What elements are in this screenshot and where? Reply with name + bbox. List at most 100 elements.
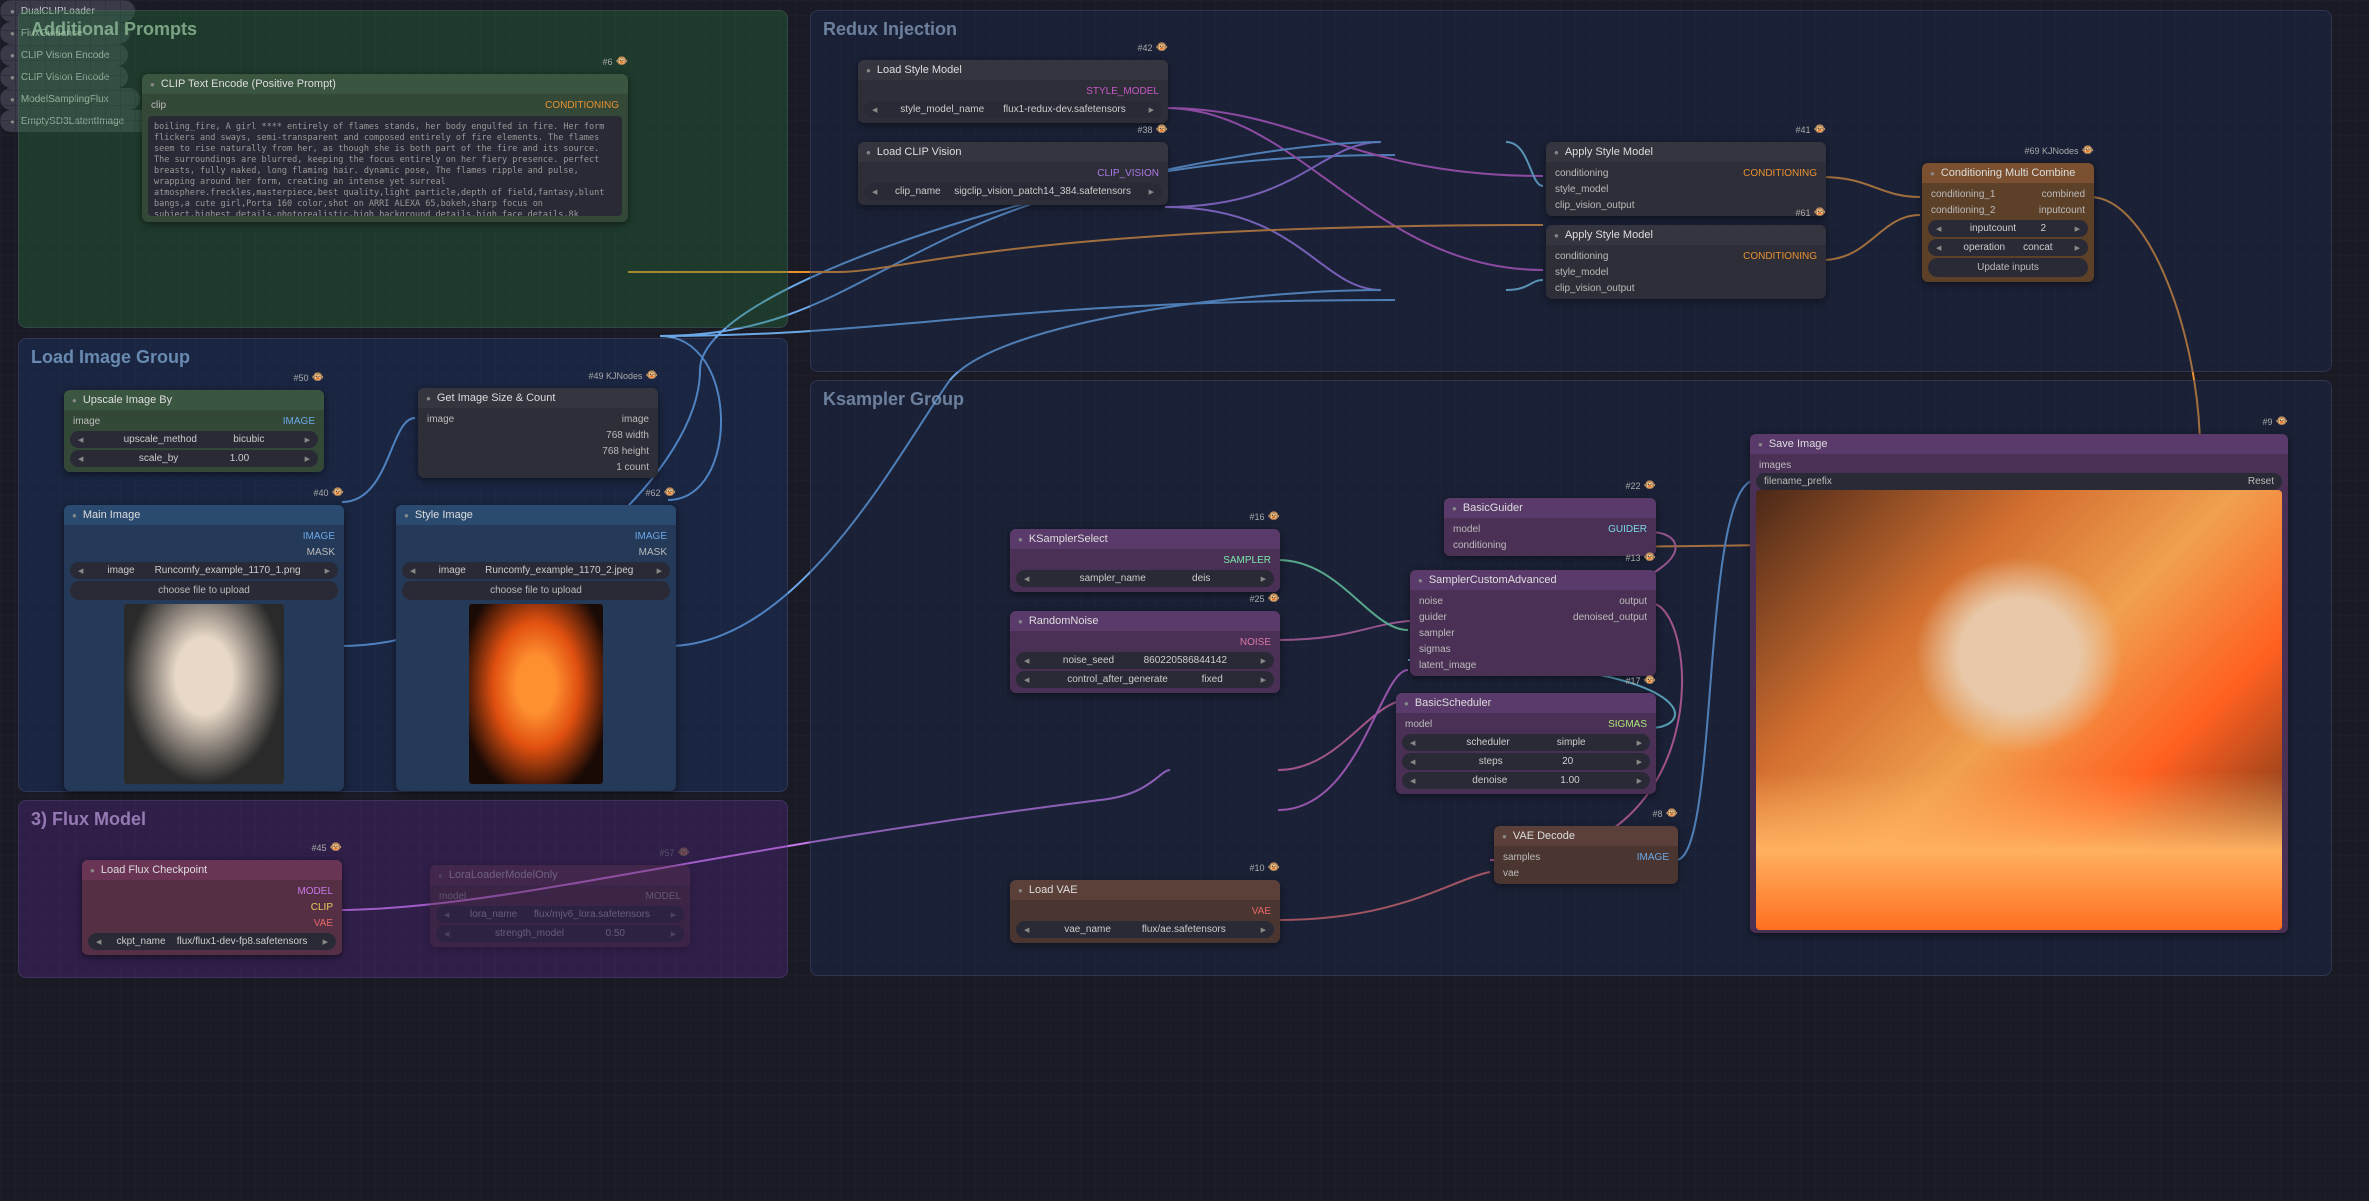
widget-style-model-name[interactable]: style_model_nameflux1-redux-dev.safetens… bbox=[864, 101, 1162, 118]
input-clip[interactable]: clip bbox=[151, 100, 166, 111]
node-sampler-custom-advanced[interactable]: #13 SamplerCustomAdvanced noiseoutput gu… bbox=[1410, 570, 1656, 676]
input-conditioning[interactable]: conditioning bbox=[1555, 168, 1608, 179]
node-title[interactable]: Conditioning Multi Combine bbox=[1922, 163, 2094, 183]
input-cond-2[interactable]: conditioning_2 bbox=[1931, 205, 1996, 216]
node-title[interactable]: Style Image bbox=[396, 505, 676, 525]
output-model[interactable]: MODEL bbox=[645, 891, 681, 902]
output-noise[interactable]: NOISE bbox=[1240, 637, 1271, 648]
node-vae-decode[interactable]: #8 VAE Decode samplesIMAGE vae bbox=[1494, 826, 1678, 884]
output-conditioning[interactable]: CONDITIONING bbox=[1743, 251, 1817, 262]
output-vae[interactable]: VAE bbox=[314, 918, 333, 929]
widget-operation[interactable]: operationconcat bbox=[1928, 239, 2088, 256]
choose-file-button[interactable]: choose file to upload bbox=[70, 581, 338, 600]
node-apply-style-model-1[interactable]: #41 Apply Style Model conditioningCONDIT… bbox=[1546, 142, 1826, 216]
output-mask[interactable]: MASK bbox=[639, 547, 667, 558]
output-clip-vision[interactable]: CLIP_VISION bbox=[1097, 168, 1159, 179]
widget-image-file[interactable]: imageRuncomfy_example_1170_2.jpeg bbox=[402, 562, 670, 579]
input-latent-image[interactable]: latent_image bbox=[1419, 660, 1476, 671]
output-image[interactable]: IMAGE bbox=[303, 531, 335, 542]
output-sigmas[interactable]: SIGMAS bbox=[1608, 719, 1647, 730]
input-samples[interactable]: samples bbox=[1503, 852, 1540, 863]
widget-upscale-method[interactable]: upscale_methodbicubic bbox=[70, 431, 318, 448]
node-title[interactable]: Main Image bbox=[64, 505, 344, 525]
node-lora-loader-model-only[interactable]: #57 LoraLoaderModelOnly modelMODEL lora_… bbox=[430, 865, 690, 947]
output-conditioning[interactable]: CONDITIONING bbox=[545, 100, 619, 111]
output-mask[interactable]: MASK bbox=[307, 547, 335, 558]
node-title[interactable]: Load CLIP Vision bbox=[858, 142, 1168, 162]
node-title[interactable]: CLIP Text Encode (Positive Prompt) bbox=[142, 74, 628, 94]
widget-denoise[interactable]: denoise1.00 bbox=[1402, 772, 1650, 789]
input-sigmas[interactable]: sigmas bbox=[1419, 644, 1451, 655]
output-image[interactable]: image bbox=[622, 414, 649, 425]
node-title[interactable]: Load Flux Checkpoint bbox=[82, 860, 342, 880]
input-model[interactable]: model bbox=[439, 891, 466, 902]
node-ksampler-select[interactable]: #16 KSamplerSelect SAMPLER sampler_named… bbox=[1010, 529, 1280, 592]
node-title[interactable]: Apply Style Model bbox=[1546, 142, 1826, 162]
update-inputs-button[interactable]: Update inputs bbox=[1928, 258, 2088, 277]
input-guider[interactable]: guider bbox=[1419, 612, 1447, 623]
output-denoised[interactable]: denoised_output bbox=[1573, 612, 1647, 623]
output-style-model[interactable]: STYLE_MODEL bbox=[1086, 86, 1159, 97]
node-clip-text-encode[interactable]: #6 CLIP Text Encode (Positive Prompt) cl… bbox=[142, 74, 628, 222]
node-load-flux-checkpoint[interactable]: #45 Load Flux Checkpoint MODEL CLIP VAE … bbox=[82, 860, 342, 955]
node-random-noise[interactable]: #25 RandomNoise NOISE noise_seed86022058… bbox=[1010, 611, 1280, 693]
widget-steps[interactable]: steps20 bbox=[1402, 753, 1650, 770]
input-cond-1[interactable]: conditioning_1 bbox=[1931, 189, 1996, 200]
input-clip-vision-output[interactable]: clip_vision_output bbox=[1555, 283, 1635, 294]
output-output[interactable]: output bbox=[1619, 596, 1647, 607]
node-conditioning-multi-combine[interactable]: #69 KJNodes Conditioning Multi Combine c… bbox=[1922, 163, 2094, 282]
output-inputcount[interactable]: inputcount bbox=[2039, 205, 2085, 216]
node-load-style-model[interactable]: #42 Load Style Model STYLE_MODEL style_m… bbox=[858, 60, 1168, 123]
node-main-image[interactable]: #40 Main Image IMAGE MASK imageRuncomfy_… bbox=[64, 505, 344, 791]
widget-scale-by[interactable]: scale_by1.00 bbox=[70, 450, 318, 467]
input-model[interactable]: model bbox=[1405, 719, 1432, 730]
input-sampler[interactable]: sampler bbox=[1419, 628, 1455, 639]
node-title[interactable]: BasicGuider bbox=[1444, 498, 1656, 518]
node-get-image-size[interactable]: #49 KJNodes Get Image Size & Count image… bbox=[418, 388, 658, 478]
output-vae[interactable]: VAE bbox=[1252, 906, 1271, 917]
output-image[interactable]: IMAGE bbox=[635, 531, 667, 542]
widget-image-file[interactable]: imageRuncomfy_example_1170_1.png bbox=[70, 562, 338, 579]
node-title[interactable]: VAE Decode bbox=[1494, 826, 1678, 846]
output-model[interactable]: MODEL bbox=[297, 886, 333, 897]
widget-lora-name[interactable]: lora_nameflux/mjv6_lora.safetensors bbox=[436, 906, 684, 923]
node-save-image[interactable]: #9 Save Image images filename_prefixRese… bbox=[1750, 434, 2288, 933]
widget-ckpt-name[interactable]: ckpt_nameflux/flux1-dev-fp8.safetensors bbox=[88, 933, 336, 950]
node-title[interactable]: BasicScheduler bbox=[1396, 693, 1656, 713]
widget-vae-name[interactable]: vae_nameflux/ae.safetensors bbox=[1016, 921, 1274, 938]
node-title[interactable]: LoraLoaderModelOnly bbox=[430, 865, 690, 885]
input-clip-vision-output[interactable]: clip_vision_output bbox=[1555, 200, 1635, 211]
input-style-model[interactable]: style_model bbox=[1555, 267, 1608, 278]
widget-clip-name[interactable]: clip_namesigclip_vision_patch14_384.safe… bbox=[864, 183, 1162, 200]
input-model[interactable]: model bbox=[1453, 524, 1480, 535]
node-basic-guider[interactable]: #22 BasicGuider modelGUIDER conditioning bbox=[1444, 498, 1656, 556]
input-image[interactable]: image bbox=[427, 414, 454, 425]
input-style-model[interactable]: style_model bbox=[1555, 184, 1608, 195]
choose-file-button[interactable]: choose file to upload bbox=[402, 581, 670, 600]
input-images[interactable]: images bbox=[1759, 460, 1791, 471]
widget-control-after-generate[interactable]: control_after_generatefixed bbox=[1016, 671, 1274, 688]
output-guider[interactable]: GUIDER bbox=[1608, 524, 1647, 535]
input-noise[interactable]: noise bbox=[1419, 596, 1443, 607]
input-conditioning[interactable]: conditioning bbox=[1555, 251, 1608, 262]
input-image[interactable]: image bbox=[73, 416, 100, 427]
output-clip[interactable]: CLIP bbox=[311, 902, 333, 913]
widget-scheduler[interactable]: schedulersimple bbox=[1402, 734, 1650, 751]
node-title[interactable]: Save Image bbox=[1750, 434, 2288, 454]
node-title[interactable]: Apply Style Model bbox=[1546, 225, 1826, 245]
node-title[interactable]: KSamplerSelect bbox=[1010, 529, 1280, 549]
widget-filename-prefix[interactable]: filename_prefix bbox=[1764, 476, 1832, 487]
output-image[interactable]: IMAGE bbox=[283, 416, 315, 427]
node-basic-scheduler[interactable]: #17 BasicScheduler modelSIGMAS scheduler… bbox=[1396, 693, 1656, 794]
reset-button[interactable]: Reset bbox=[2248, 476, 2274, 487]
node-load-clip-vision[interactable]: #38 Load CLIP Vision CLIP_VISION clip_na… bbox=[858, 142, 1168, 205]
prompt-textarea[interactable]: boiling_fire, A girl **** entirely of fl… bbox=[148, 116, 622, 216]
node-apply-style-model-2[interactable]: #61 Apply Style Model conditioningCONDIT… bbox=[1546, 225, 1826, 299]
node-style-image[interactable]: #62 Style Image IMAGE MASK imageRuncomfy… bbox=[396, 505, 676, 791]
input-conditioning[interactable]: conditioning bbox=[1453, 540, 1506, 551]
node-title[interactable]: Upscale Image By bbox=[64, 390, 324, 410]
widget-strength[interactable]: strength_model0.50 bbox=[436, 925, 684, 942]
output-conditioning[interactable]: CONDITIONING bbox=[1743, 168, 1817, 179]
output-image[interactable]: IMAGE bbox=[1637, 852, 1669, 863]
widget-noise-seed[interactable]: noise_seed860220586844142 bbox=[1016, 652, 1274, 669]
